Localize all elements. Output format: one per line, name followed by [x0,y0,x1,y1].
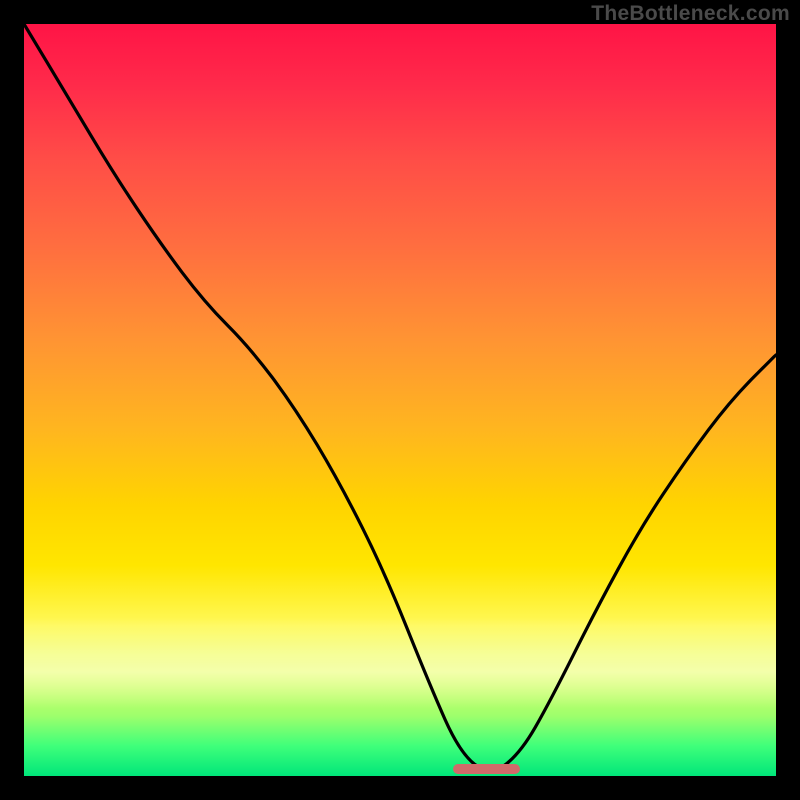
curve-path [24,24,776,770]
plot-area [24,24,776,776]
chart-frame: TheBottleneck.com [0,0,800,800]
watermark-text: TheBottleneck.com [591,2,790,26]
bottleneck-curve [24,24,776,776]
optimal-marker [453,764,521,774]
